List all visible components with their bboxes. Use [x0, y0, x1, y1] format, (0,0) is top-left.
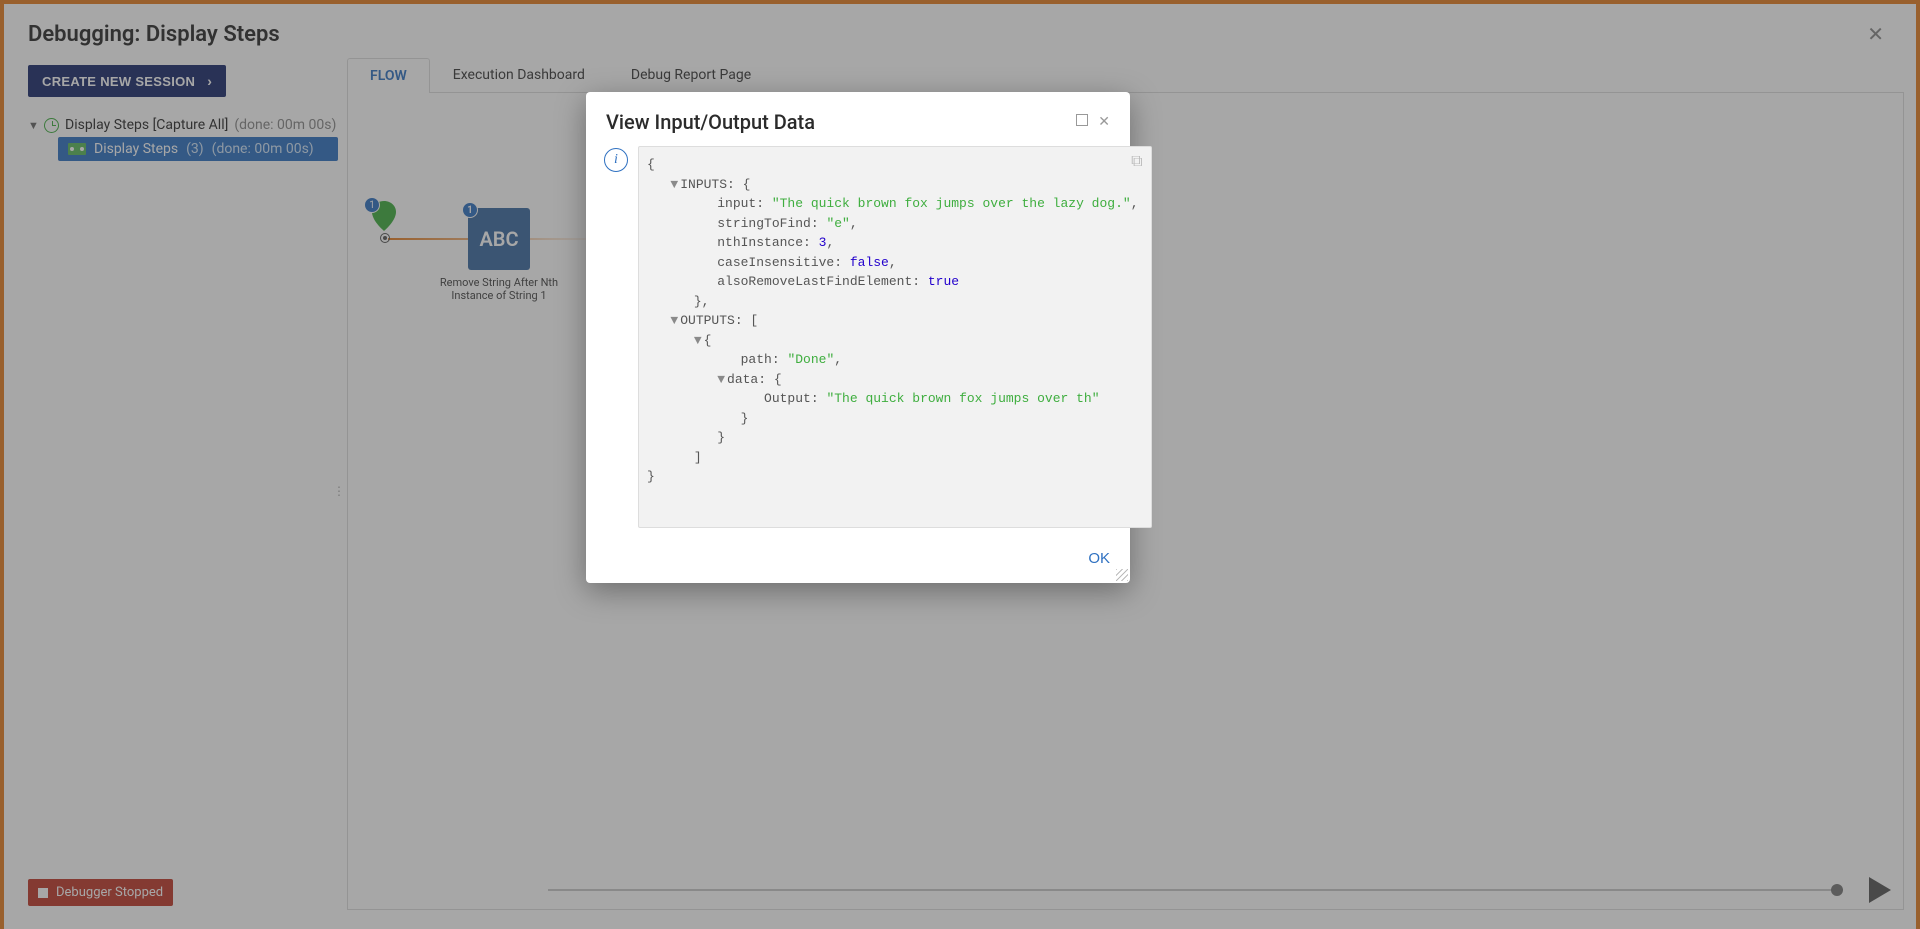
code-token: "The quick brown fox jumps over th" [826, 391, 1099, 406]
modal-header: View Input/Output Data ✕ [586, 92, 1130, 146]
code-token: INPUTS: { [680, 177, 750, 192]
caret-down-icon[interactable]: ▼ [670, 313, 678, 328]
info-icon: i [604, 148, 628, 172]
ok-button[interactable]: OK [1088, 550, 1110, 567]
code-token: input: [717, 196, 772, 211]
code-token: ] [694, 450, 702, 465]
code-token: { [647, 157, 655, 172]
modal-title: View Input/Output Data [606, 110, 815, 134]
code-token: data: { [727, 372, 782, 387]
code-token: { [704, 333, 712, 348]
code-token: Output: [764, 391, 826, 406]
code-token: caseInsensitive: [717, 255, 850, 270]
code-token: } [647, 469, 655, 484]
close-icon[interactable]: ✕ [1098, 114, 1110, 130]
modal-body: i ⧉ { ▼INPUTS: { input: "The quick brown… [586, 146, 1130, 540]
caret-down-icon[interactable]: ▼ [694, 333, 702, 348]
code-token: } [741, 411, 749, 426]
code-token: "The quick brown fox jumps over the lazy… [772, 196, 1131, 211]
code-token: stringToFind: [717, 216, 826, 231]
code-token: true [928, 274, 959, 289]
code-token: alsoRemoveLastFindElement: [717, 274, 928, 289]
modal-footer: OK [586, 540, 1130, 583]
caret-down-icon[interactable]: ▼ [670, 177, 678, 192]
code-token: } [717, 430, 725, 445]
code-token: "e" [826, 216, 849, 231]
maximize-icon[interactable] [1076, 114, 1088, 130]
code-token: path: [741, 352, 788, 367]
code-token: "Done" [787, 352, 834, 367]
code-token: }, [694, 294, 710, 309]
view-io-data-modal: View Input/Output Data ✕ i ⧉ { ▼INPUTS: … [586, 92, 1130, 583]
modal-window-controls: ✕ [1076, 114, 1110, 130]
code-token: false [850, 255, 889, 270]
code-token: nthInstance: [717, 235, 818, 250]
resize-grip[interactable] [1116, 569, 1128, 581]
copy-icon[interactable]: ⧉ [1131, 153, 1142, 171]
caret-down-icon[interactable]: ▼ [717, 372, 725, 387]
code-token: OUTPUTS: [ [680, 313, 758, 328]
io-data-viewer[interactable]: ⧉ { ▼INPUTS: { input: "The quick brown f… [638, 146, 1152, 528]
